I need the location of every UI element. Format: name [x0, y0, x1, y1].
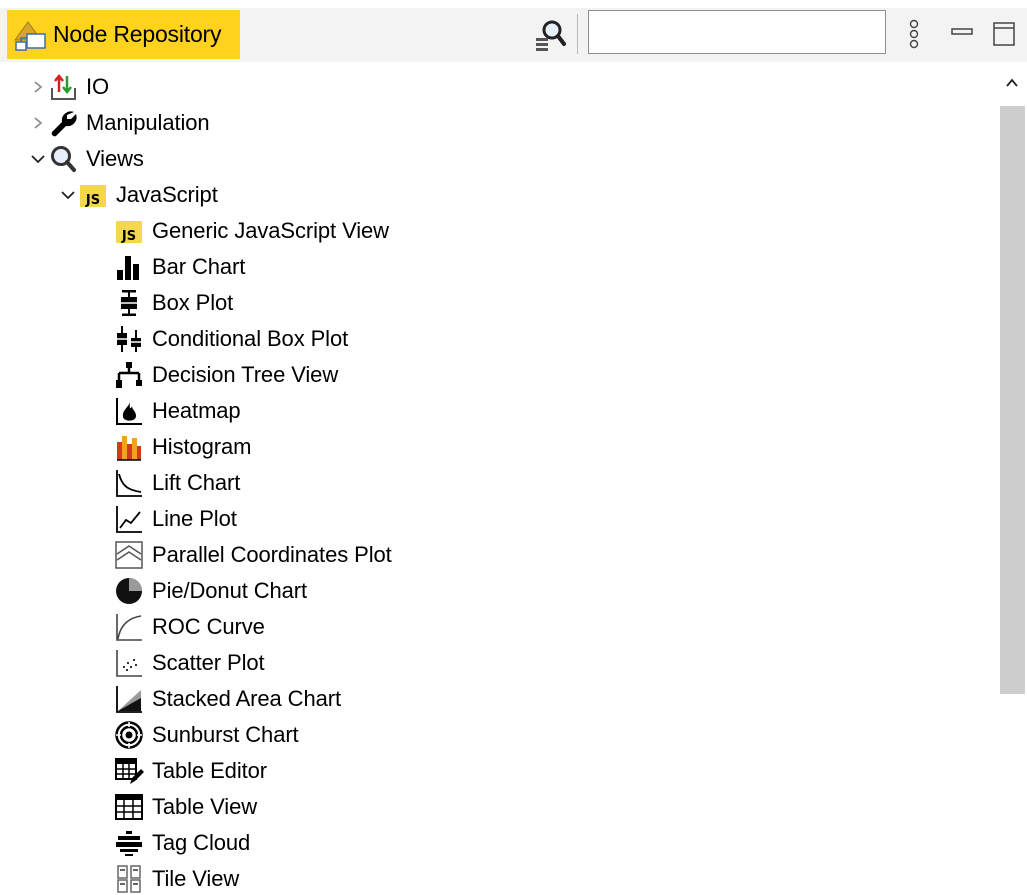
tree-label: Views: [86, 146, 144, 171]
chevron-up-icon[interactable]: [1004, 76, 1020, 90]
histogram-icon: [117, 436, 141, 461]
tree-item-bar-chart[interactable]: Bar Chart: [114, 249, 245, 285]
javascript-icon: JS: [116, 221, 142, 244]
view-menu-icon[interactable]: [906, 16, 922, 54]
tree-item-roc-curve[interactable]: ROC Curve: [114, 609, 265, 645]
io-icon: [51, 73, 76, 100]
tree-item-decision-tree-view[interactable]: Decision Tree View: [114, 357, 338, 393]
tree-label: ROC Curve: [152, 614, 265, 639]
tree-label: Conditional Box Plot: [152, 326, 349, 351]
tree-item-line-plot[interactable]: Line Plot: [114, 501, 237, 537]
line-plot-icon: [116, 506, 142, 533]
tree-label: Pie/Donut Chart: [152, 578, 308, 603]
tree-label: Table Editor: [152, 758, 267, 783]
search-node-icon[interactable]: [530, 18, 570, 52]
tree-label: Parallel Coordinates Plot: [152, 542, 392, 567]
tag-cloud-icon: [116, 831, 142, 856]
tree-item-table-view[interactable]: Table View: [114, 789, 257, 825]
tile-view-icon: [117, 865, 141, 893]
tree-label: IO: [86, 74, 110, 99]
box-plot-icon: [121, 290, 137, 316]
tree-item-table-editor[interactable]: Table Editor: [114, 753, 267, 789]
tree-item-parallel-coordinates-plot[interactable]: Parallel Coordinates Plot: [114, 537, 392, 573]
wrench-icon: [51, 111, 77, 137]
table-view-icon: [115, 794, 143, 820]
tree-label: Generic JavaScript View: [152, 218, 389, 243]
chevron-down-icon[interactable]: [58, 185, 78, 205]
tab-node-repository[interactable]: Node Repository: [7, 10, 240, 59]
view-toolbar: Node Repository: [0, 0, 1027, 62]
tree-item-io[interactable]: IO: [28, 69, 109, 105]
tree-label: Histogram: [152, 434, 252, 459]
lift-chart-icon: [116, 470, 142, 497]
tree-label: JavaScript: [116, 182, 218, 207]
table-editor-icon: [115, 758, 144, 784]
tree-item-tag-cloud[interactable]: Tag Cloud: [114, 825, 250, 861]
tree-item-javascript[interactable]: JS JavaScript: [58, 177, 218, 213]
decision-tree-icon: [116, 362, 142, 388]
tree-label: Bar Chart: [152, 254, 246, 279]
node-tree: IO Manipulation Views JS JavaScript JS G…: [0, 66, 995, 895]
tree-item-lift-chart[interactable]: Lift Chart: [114, 465, 240, 501]
tree-label: Lift Chart: [152, 470, 241, 495]
tree-label: Tile View: [152, 866, 240, 891]
parallel-coordinates-icon: [115, 541, 143, 569]
minimize-icon[interactable]: [950, 16, 974, 46]
tree-label: Heatmap: [152, 398, 241, 423]
pie-chart-icon: [116, 578, 142, 604]
tree-item-heatmap[interactable]: Heatmap: [114, 393, 241, 429]
tree-label: Stacked Area Chart: [152, 686, 341, 711]
javascript-icon: JS: [80, 185, 106, 208]
scatter-plot-icon: [116, 650, 142, 677]
toolbar-top-border: [0, 0, 1027, 8]
tree-label: Table View: [152, 794, 257, 819]
chevron-down-icon[interactable]: [28, 149, 48, 169]
conditional-box-plot-icon: [117, 326, 141, 352]
maximize-icon[interactable]: [991, 20, 1017, 48]
magnifier-icon: [51, 146, 76, 172]
toolbar-separator: [577, 14, 578, 54]
tree-label: Box Plot: [152, 290, 234, 315]
svg-text:JS: JS: [121, 229, 136, 244]
tree-item-stacked-area-chart[interactable]: Stacked Area Chart: [114, 681, 341, 717]
tree-label: Manipulation: [86, 110, 210, 135]
bar-chart-icon: [117, 256, 139, 280]
tree-item-conditional-box-plot[interactable]: Conditional Box Plot: [114, 321, 348, 357]
tab-label: Node Repository: [53, 21, 222, 47]
tree-item-views[interactable]: Views: [28, 141, 144, 177]
tree-item-pie-donut-chart[interactable]: Pie/Donut Chart: [114, 573, 307, 609]
chevron-right-icon[interactable]: [28, 113, 48, 133]
roc-curve-icon: [116, 614, 142, 641]
vertical-scrollbar[interactable]: [998, 66, 1027, 895]
tree-label: Decision Tree View: [152, 362, 339, 387]
tree-label: Scatter Plot: [152, 650, 265, 675]
tree-label: Sunburst Chart: [152, 722, 299, 747]
heatmap-icon: [116, 398, 142, 425]
tree-item-scatter-plot[interactable]: Scatter Plot: [114, 645, 265, 681]
tree-item-generic-javascript-view[interactable]: JS Generic JavaScript View: [114, 213, 389, 249]
tree-item-tile-view[interactable]: Tile View: [114, 861, 239, 895]
search-input[interactable]: [588, 10, 886, 54]
tree-item-sunburst-chart[interactable]: Sunburst Chart: [114, 717, 299, 753]
node-repository-icon: [14, 20, 46, 51]
stacked-area-icon: [116, 686, 142, 713]
chevron-right-icon[interactable]: [28, 77, 48, 97]
sunburst-icon: [115, 721, 143, 749]
scrollbar-thumb[interactable]: [1000, 106, 1025, 694]
tree-item-box-plot[interactable]: Box Plot: [114, 285, 233, 321]
tree-item-histogram[interactable]: Histogram: [114, 429, 251, 465]
svg-text:JS: JS: [85, 193, 100, 208]
tree-item-manipulation[interactable]: Manipulation: [28, 105, 210, 141]
tree-label: Line Plot: [152, 506, 237, 531]
tree-label: Tag Cloud: [152, 830, 251, 855]
